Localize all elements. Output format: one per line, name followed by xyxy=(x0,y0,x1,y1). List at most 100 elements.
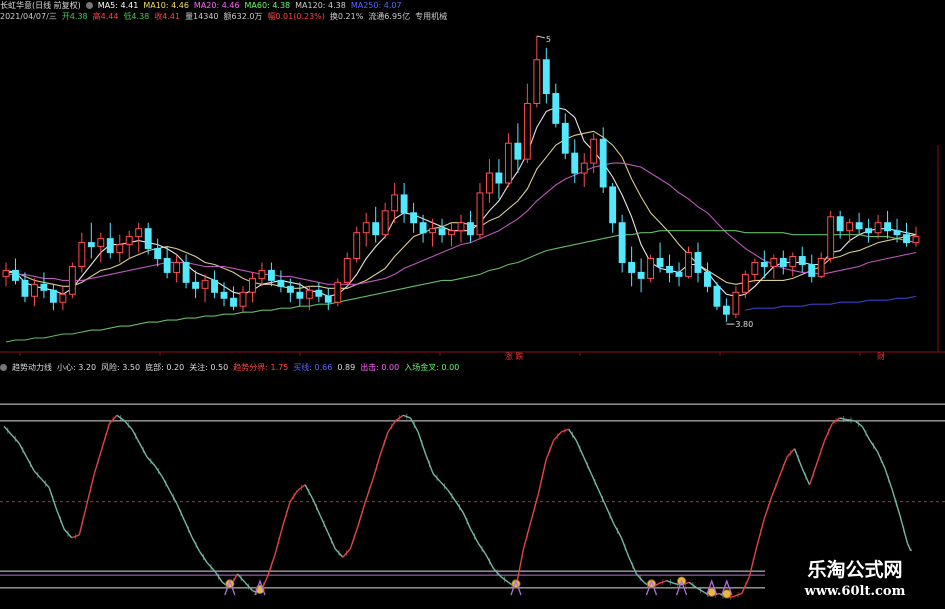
candle xyxy=(40,272,48,299)
indicator-name[interactable]: 趋势动力线 xyxy=(12,363,52,372)
indicator-param-7: 出击: 0.00 xyxy=(360,363,400,372)
candle xyxy=(467,210,474,243)
quote-item-1: 开4.38 xyxy=(61,12,88,21)
price-chart: 53.80 xyxy=(0,35,945,356)
indicator-param-1: 风险: 3.50 xyxy=(101,363,141,372)
candle xyxy=(476,182,484,239)
candle-body xyxy=(571,152,579,174)
candle xyxy=(561,113,569,160)
stock-name[interactable]: 长虹华意(日线 前复权) xyxy=(0,1,81,10)
candle xyxy=(789,252,797,277)
candle xyxy=(675,262,683,287)
candle xyxy=(504,133,512,187)
settings-circle-icon[interactable] xyxy=(0,364,7,371)
candle xyxy=(2,262,10,287)
event-tag-right[interactable]: 财 xyxy=(877,351,885,362)
settings-circle-icon[interactable] xyxy=(85,2,93,9)
watermark-url: www.60lt.com xyxy=(804,584,906,599)
ma-legend-item-1: MA10: 4.46 xyxy=(143,1,189,10)
candle-body xyxy=(220,291,228,299)
candle xyxy=(647,254,655,283)
header-bar: 长虹华意(日线 前复权) MA5: 4.41 MA10: 4.46 MA20: 4.4… xyxy=(0,0,945,11)
candle-body xyxy=(419,222,427,234)
candle xyxy=(485,159,493,203)
ma-legend-item-3: MA60: 4.38 xyxy=(244,1,291,10)
candle xyxy=(125,230,133,259)
indicator-param-5: 买线: 0.66 xyxy=(293,363,333,372)
quote-item-8: 换0.21% xyxy=(329,12,364,21)
quote-item-7: 幅0.01(0.23%) xyxy=(267,12,325,21)
candle-body xyxy=(400,194,408,214)
candle-body xyxy=(533,59,541,104)
candle xyxy=(182,254,190,289)
candle-body xyxy=(286,285,294,293)
candle-body xyxy=(87,242,95,248)
candle-body xyxy=(552,93,560,124)
candle-body xyxy=(144,228,152,250)
candle-body xyxy=(78,242,86,267)
candle xyxy=(884,210,892,239)
candle xyxy=(154,238,162,267)
candle xyxy=(912,226,920,247)
candle-body xyxy=(315,289,323,297)
candle xyxy=(391,182,399,223)
watermark: 乐淘公式网 www.60lt.com xyxy=(765,551,945,609)
candle-body xyxy=(12,269,19,281)
candle xyxy=(903,222,910,247)
candle xyxy=(580,153,588,187)
candle-body xyxy=(542,59,550,95)
candle-body xyxy=(211,279,218,293)
candle-body xyxy=(609,186,617,224)
indicator-param-3: 关注: 0.50 xyxy=(189,363,229,372)
ma-legend-item-4: MA120: 4.38 xyxy=(295,1,346,10)
candle-body xyxy=(381,210,389,236)
candle xyxy=(552,83,560,128)
candle-body xyxy=(599,138,607,188)
candle-body xyxy=(561,122,569,154)
candle xyxy=(704,262,711,293)
candle xyxy=(438,218,446,243)
candle-body xyxy=(410,212,418,224)
ma-legend-item-2: MA20: 4.46 xyxy=(193,1,240,10)
candle xyxy=(343,252,351,287)
candle-body xyxy=(372,222,380,236)
candle-body xyxy=(343,258,351,283)
candle xyxy=(722,298,730,323)
candle-body xyxy=(685,252,692,277)
candle-body xyxy=(116,244,124,254)
candle-body xyxy=(267,269,275,281)
candle-body xyxy=(249,277,256,293)
candle xyxy=(779,250,787,275)
candle xyxy=(97,232,105,263)
candle xyxy=(542,47,550,104)
candle-body xyxy=(135,228,143,238)
candle-body xyxy=(590,138,598,164)
ma-legend: MA5: 4.41 MA10: 4.46 MA20: 4.46 MA60: 4.38 M… xyxy=(98,1,407,10)
candle-body xyxy=(523,102,531,160)
candle-body xyxy=(912,236,920,244)
candle xyxy=(163,246,171,279)
candle xyxy=(49,284,57,311)
candle xyxy=(855,212,863,235)
candle xyxy=(523,83,531,164)
candle-body xyxy=(163,258,171,273)
candle-body xyxy=(846,222,854,232)
candle-body xyxy=(324,295,332,303)
candle-body xyxy=(789,256,797,267)
event-tag-left[interactable]: 涨 跌 xyxy=(505,351,524,362)
quote-item-2: 高4.44 xyxy=(92,12,119,21)
candle xyxy=(609,182,617,233)
candle xyxy=(628,246,636,287)
candle xyxy=(694,242,702,283)
candle xyxy=(220,282,228,307)
ma-line-ma250 xyxy=(745,295,917,311)
low-label: 3.80 xyxy=(735,320,753,329)
candle-body xyxy=(277,279,285,287)
candle xyxy=(495,159,503,199)
high-pointer xyxy=(536,35,545,39)
candle xyxy=(618,214,626,273)
candle xyxy=(381,202,389,239)
candle-body xyxy=(770,258,778,267)
candle-body xyxy=(230,297,237,307)
candle xyxy=(798,246,806,273)
